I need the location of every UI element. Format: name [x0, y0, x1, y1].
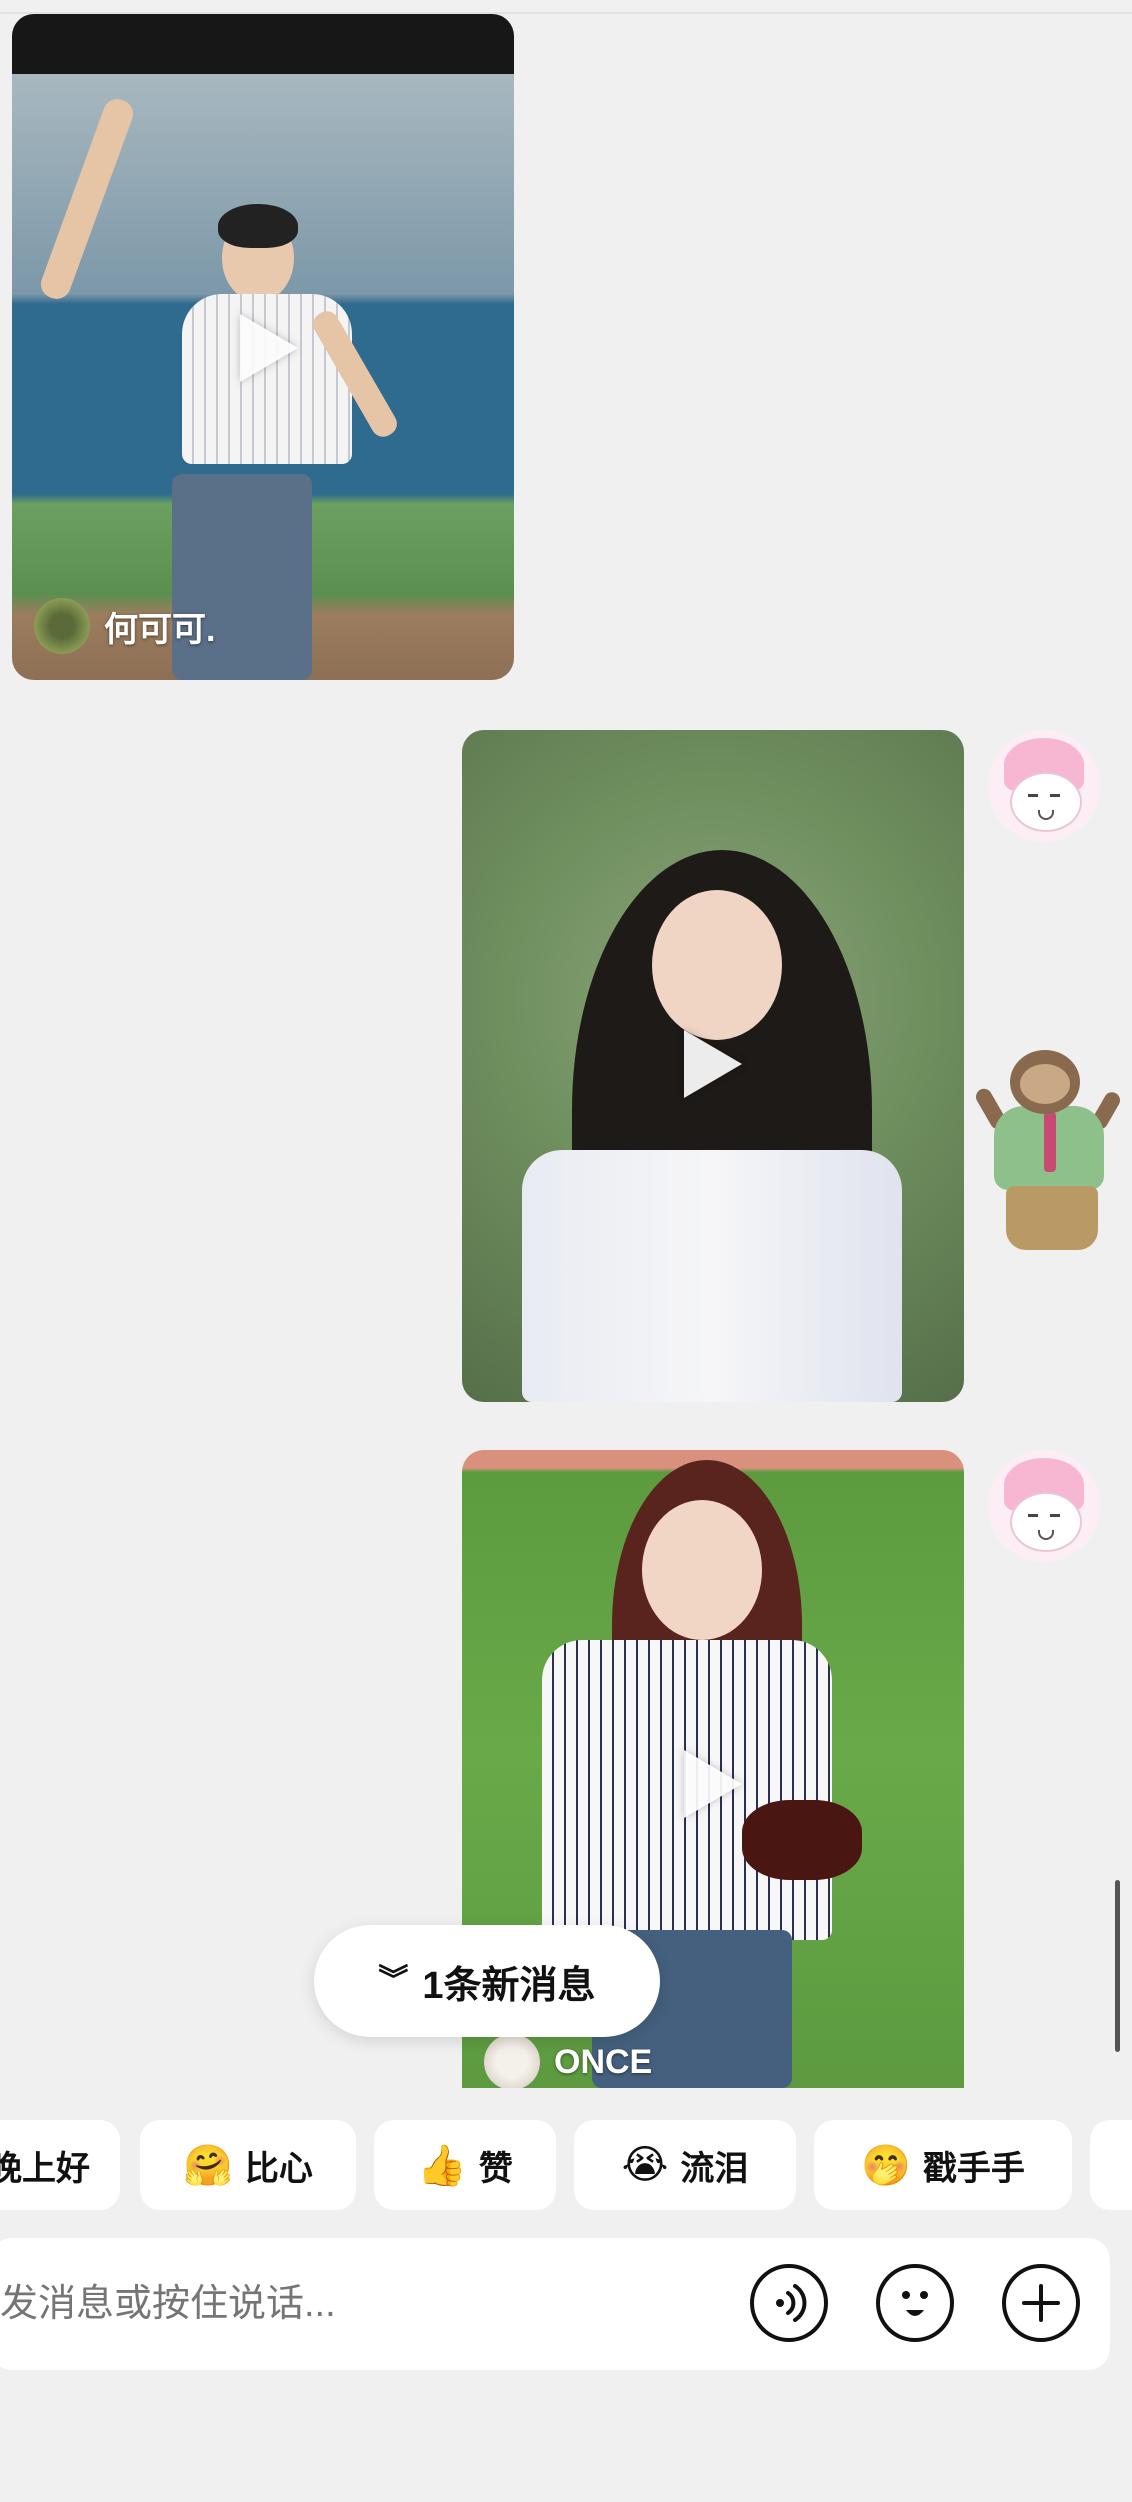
play-icon[interactable]: [684, 1030, 742, 1098]
sloth-sticker-icon[interactable]: [956, 1050, 1132, 1260]
video-author: 何可可.: [34, 598, 215, 654]
message-input[interactable]: [0, 2238, 700, 2370]
reaction-label: 戳手手: [922, 2149, 1025, 2188]
video-thumbnail-figure: [36, 94, 452, 680]
play-icon[interactable]: [240, 314, 298, 382]
message-composer: [0, 2238, 1110, 2370]
reaction-label: 晚上好: [0, 2149, 90, 2188]
melody-avatar-icon[interactable]: [988, 730, 1100, 842]
scrollbar[interactable]: [1115, 1880, 1120, 2052]
new-message-label: 1条新消息: [422, 1964, 596, 2007]
video-message-2[interactable]: [462, 730, 964, 1402]
hug-icon: 🤗: [183, 2142, 233, 2189]
video-author: ONCE: [484, 2034, 652, 2088]
shy-icon: 🤭: [861, 2142, 911, 2189]
reaction-label: 比心: [244, 2149, 313, 2188]
author-name: ONCE: [554, 2042, 653, 2081]
reaction-chip[interactable]: 🤗 比心: [140, 2120, 356, 2210]
new-message-button[interactable]: ︾ 1条新消息: [314, 1925, 660, 2037]
crying-icon: 😭: [621, 2142, 669, 2188]
video-thumbnail-figure: [502, 850, 932, 1402]
reaction-chip[interactable]: 🤭 戳手手: [814, 2120, 1072, 2210]
author-avatar[interactable]: [484, 2034, 540, 2088]
quick-reaction-bar: 晚上好 🤗 比心 👍 赞 😭 流泪 🤭 戳手手: [0, 2120, 1132, 2210]
thumbs-up-icon: 👍: [417, 2142, 467, 2189]
double-chevron-down-icon: ︾: [378, 1964, 409, 1997]
reaction-chip[interactable]: 👍 赞: [374, 2120, 556, 2210]
reaction-chip[interactable]: 晚上好: [0, 2120, 120, 2210]
voice-icon[interactable]: [750, 2264, 828, 2342]
video-message-1[interactable]: 何可可.: [12, 14, 514, 680]
emoji-icon[interactable]: [876, 2264, 954, 2342]
reaction-chip[interactable]: 😭 流泪: [574, 2120, 796, 2210]
author-name: 何可可.: [104, 610, 216, 649]
melody-avatar-icon[interactable]: [988, 1450, 1100, 1562]
author-avatar[interactable]: [34, 598, 90, 654]
play-icon[interactable]: [684, 1750, 742, 1818]
reaction-label: 流泪: [680, 2149, 749, 2188]
plus-icon[interactable]: [1002, 2264, 1080, 2342]
reaction-chip[interactable]: [1090, 2120, 1132, 2210]
reaction-label: 赞: [478, 2149, 513, 2188]
